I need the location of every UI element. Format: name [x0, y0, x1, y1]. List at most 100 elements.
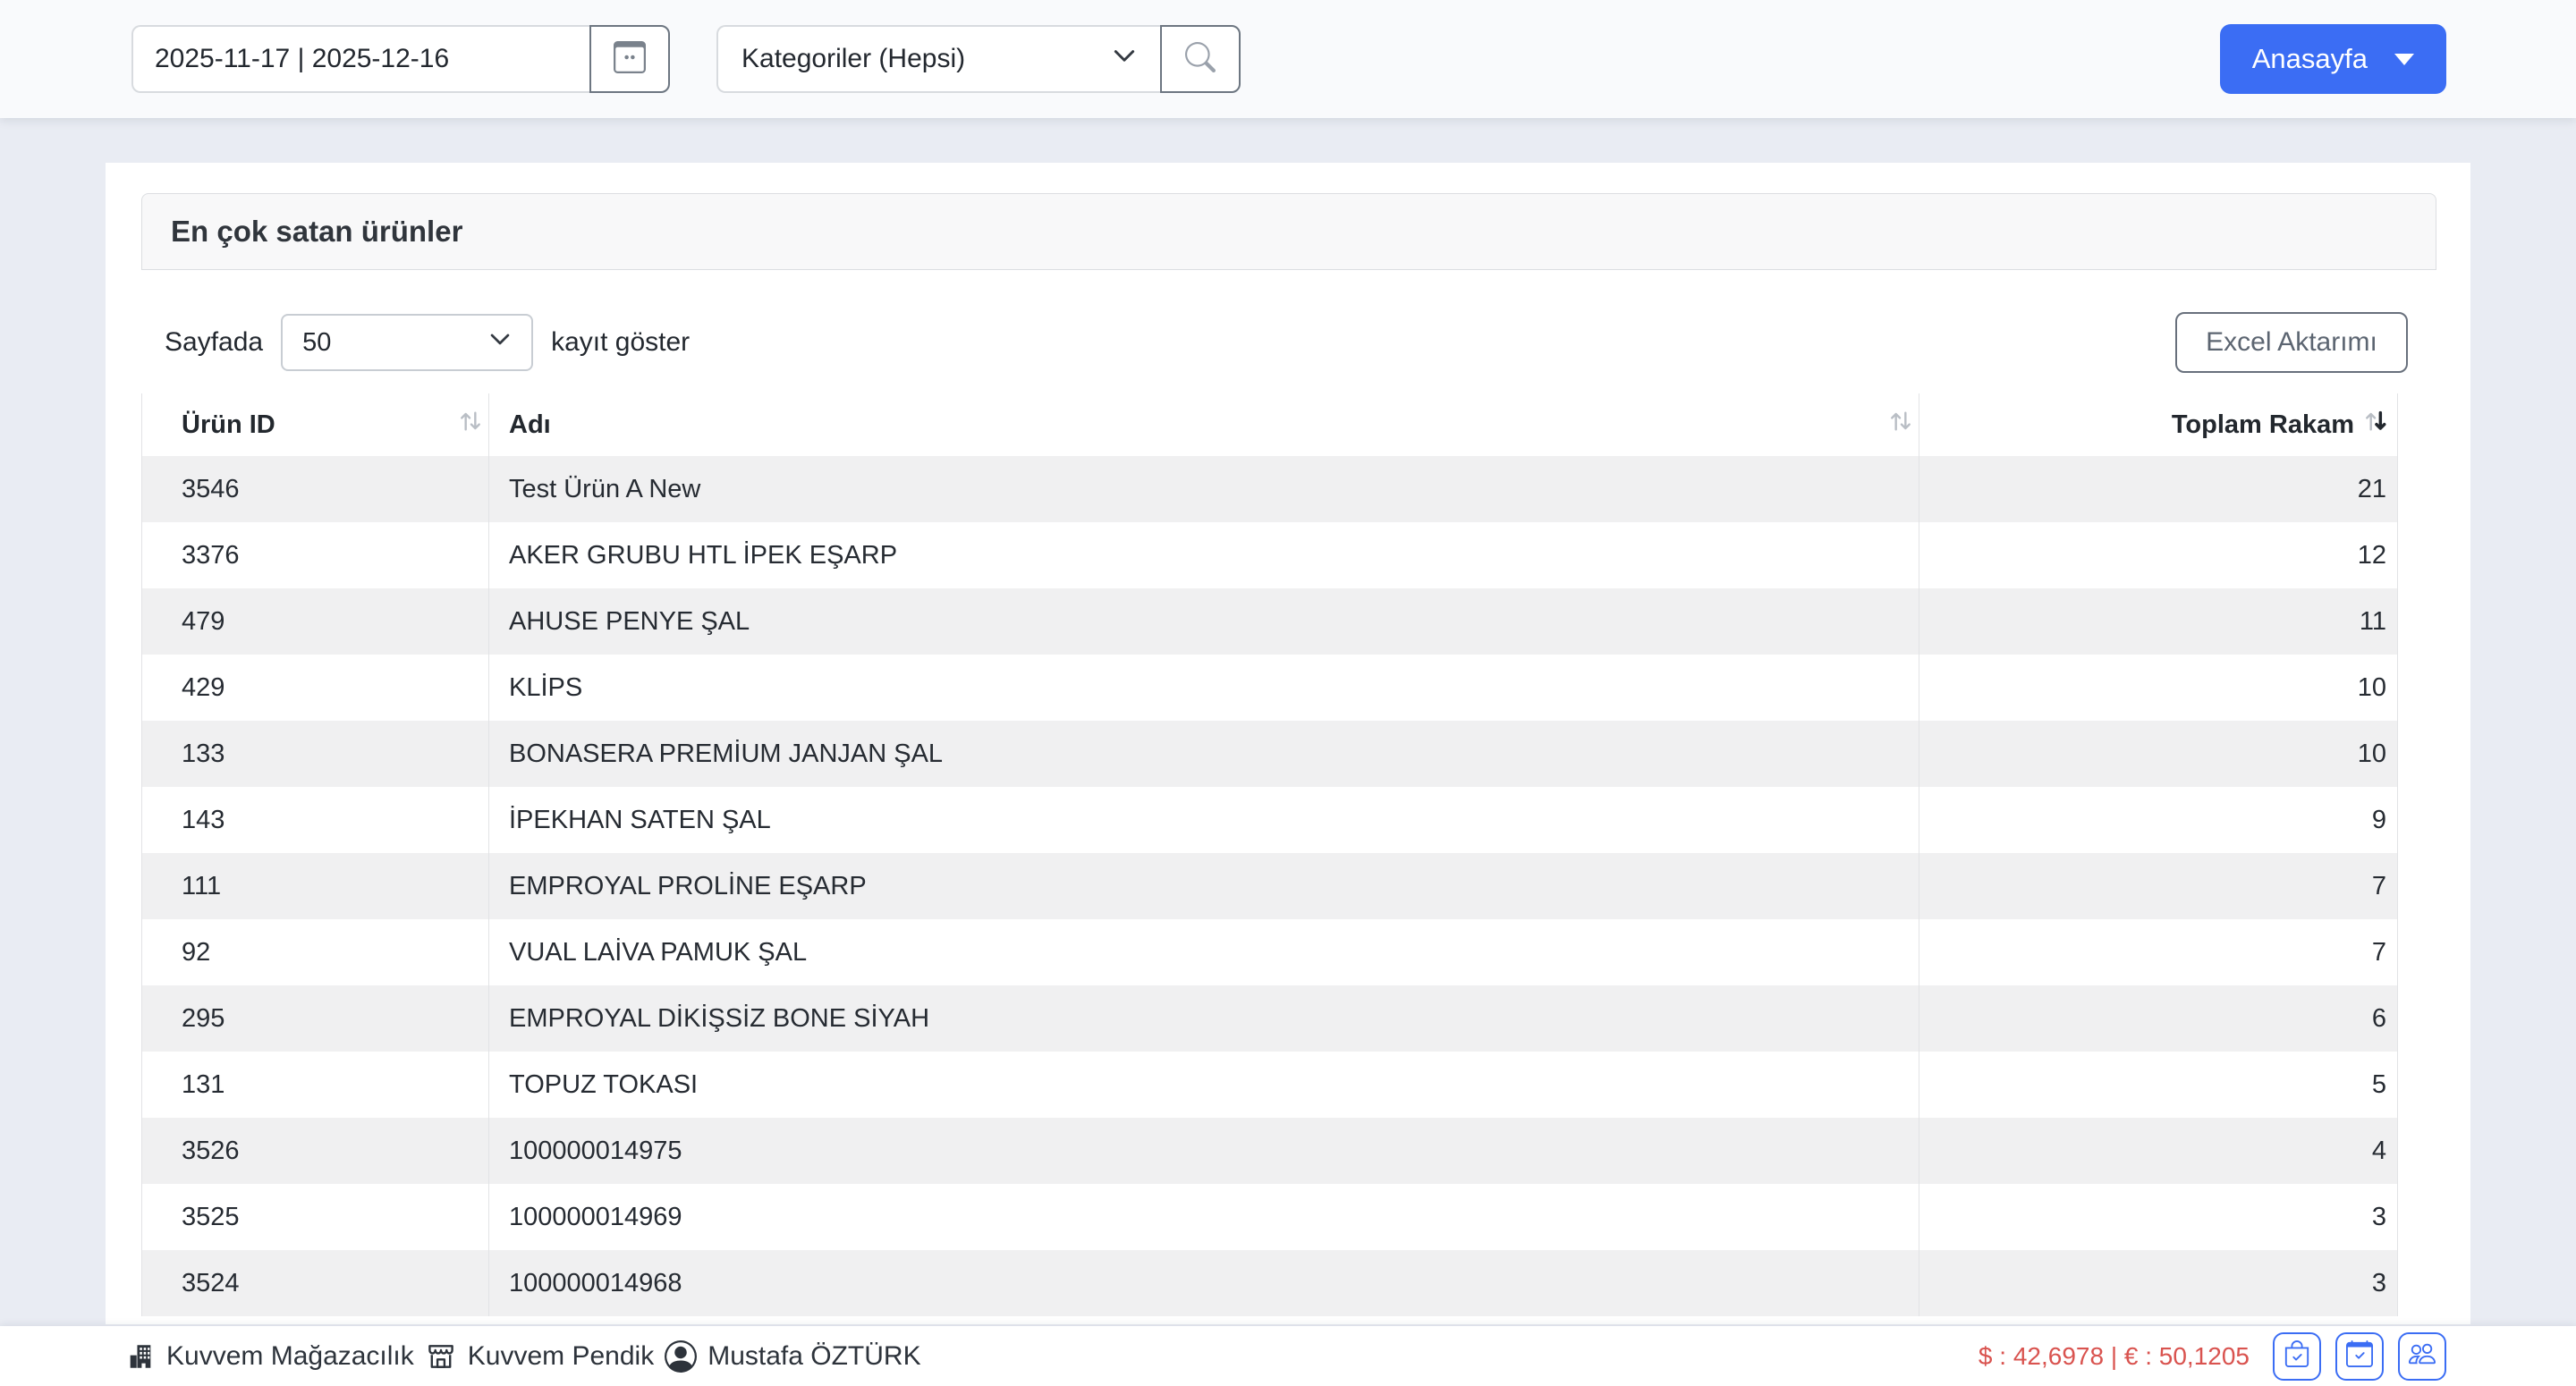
column-header-adi[interactable]: Adı [489, 393, 1919, 456]
cell-total: 12 [1919, 522, 2398, 588]
chevron-down-icon [488, 327, 512, 358]
cell-total: 7 [1919, 919, 2398, 985]
column-header-label: Ürün ID [182, 410, 275, 440]
cell-total: 5 [1919, 1052, 2398, 1118]
cell-total: 9 [1919, 787, 2398, 853]
caret-down-icon [2394, 54, 2414, 65]
category-select-value: Kategoriler (Hepsi) [741, 44, 965, 74]
company-name: Kuvvem Mağazacılık [166, 1341, 414, 1372]
cell-product-name: KLİPS [489, 655, 1919, 721]
users-button[interactable] [2398, 1332, 2446, 1381]
cell-product-name: İPEKHAN SATEN ŞAL [489, 787, 1919, 853]
page-size-value: 50 [302, 328, 331, 358]
cell-product-id: 3526 [142, 1118, 489, 1184]
home-button-label: Anasayfa [2252, 43, 2368, 75]
table-row: 35241000000149683 [141, 1250, 2397, 1316]
building-icon [125, 1341, 156, 1372]
user-name: Mustafa ÖZTÜRK [708, 1341, 920, 1372]
cell-product-id: 479 [142, 588, 489, 655]
cell-product-name: AHUSE PENYE ŞAL [489, 588, 1919, 655]
store-name: Kuvvem Pendik [468, 1341, 654, 1372]
cell-product-name: AKER GRUBU HTL İPEK EŞARP [489, 522, 1919, 588]
excel-export-button[interactable]: Excel Aktarımı [2175, 312, 2408, 373]
page-size-suffix-label: kayıt göster [551, 327, 690, 358]
footer-right: $ : 42,6978 | € : 50,1205 [1979, 1332, 2446, 1381]
chevron-down-icon [1112, 43, 1137, 75]
cell-total: 7 [1919, 853, 2398, 919]
category-filter-group: Kategoriler (Hepsi) [716, 25, 1241, 93]
table-row: 295EMPROYAL DİKİŞSİZ BONE SİYAH6 [141, 985, 2397, 1052]
cell-total: 3 [1919, 1184, 2398, 1250]
table-row: 35261000000149754 [141, 1118, 2397, 1184]
sort-icon [456, 407, 485, 443]
cell-total: 6 [1919, 985, 2398, 1052]
table-header-row: Ürün ID Adı Toplam Rakam [141, 393, 2397, 456]
table-row: 479AHUSE PENYE ŞAL11 [141, 588, 2397, 655]
calendar-check-button[interactable] [2335, 1332, 2384, 1381]
search-button[interactable] [1160, 25, 1241, 93]
footer: Kuvvem Mağazacılık Kuvvem Pendik Mustafa… [0, 1326, 2576, 1386]
cell-product-name: 100000014969 [489, 1184, 1919, 1250]
cell-product-name: VUAL LAİVA PAMUK ŞAL [489, 919, 1919, 985]
column-header-toplam-rakam[interactable]: Toplam Rakam [1919, 393, 2398, 456]
cell-product-id: 3525 [142, 1184, 489, 1250]
cell-total: 4 [1919, 1118, 2398, 1184]
table-row: 133BONASERA PREMİUM JANJAN ŞAL10 [141, 721, 2397, 787]
cell-product-id: 3376 [142, 522, 489, 588]
cell-product-id: 3546 [142, 456, 489, 522]
cell-product-id: 92 [142, 919, 489, 985]
cell-product-name: TOPUZ TOKASI [489, 1052, 1919, 1118]
search-icon [1185, 42, 1216, 77]
cell-total: 21 [1919, 456, 2398, 522]
cell-product-name: BONASERA PREMİUM JANJAN ŞAL [489, 721, 1919, 787]
products-table: Ürün ID Adı Toplam Rakam 3546Test Ürün A N… [141, 393, 2397, 1316]
cell-product-id: 3524 [142, 1250, 489, 1316]
table-row: 429KLİPS10 [141, 655, 2397, 721]
calendar-icon [614, 41, 646, 78]
cell-product-name: EMPROYAL PROLİNE EŞARP [489, 853, 1919, 919]
cell-product-id: 143 [142, 787, 489, 853]
table-body: 3546Test Ürün A New213376AKER GRUBU HTL … [141, 456, 2397, 1316]
cell-product-id: 131 [142, 1052, 489, 1118]
cell-total: 10 [1919, 721, 2398, 787]
column-header-urun-id[interactable]: Ürün ID [142, 393, 489, 456]
page-size-controls: Sayfada 50 kayıt göster [165, 312, 690, 373]
cell-total: 11 [1919, 588, 2398, 655]
shop-icon [425, 1340, 457, 1373]
card-header: En çok satan ürünler [141, 193, 2436, 270]
column-header-label: Toplam Rakam [2172, 410, 2354, 440]
footer-identity: Kuvvem Mağazacılık Kuvvem Pendik Mustafa… [125, 1340, 921, 1373]
home-button[interactable]: Anasayfa [2220, 24, 2446, 94]
page-size-select[interactable]: 50 [281, 314, 533, 371]
cell-product-id: 295 [142, 985, 489, 1052]
cell-product-id: 133 [142, 721, 489, 787]
page-size-prefix-label: Sayfada [165, 327, 263, 358]
footer-buttons [2273, 1332, 2446, 1381]
cell-product-name: EMPROYAL DİKİŞSİZ BONE SİYAH [489, 985, 1919, 1052]
bag-check-button[interactable] [2273, 1332, 2321, 1381]
calendar-button[interactable] [589, 25, 670, 93]
cell-product-id: 111 [142, 853, 489, 919]
topbar-filters: 2025-11-17 | 2025-12-16 Kategoriler (Hep… [131, 25, 1241, 93]
table-row: 92VUAL LAİVA PAMUK ŞAL7 [141, 919, 2397, 985]
bag-check-icon [2284, 1340, 2310, 1372]
topbar: 2025-11-17 | 2025-12-16 Kategoriler (Hep… [0, 0, 2576, 118]
table-row: 131TOPUZ TOKASI5 [141, 1052, 2397, 1118]
column-header-label: Adı [509, 410, 551, 440]
date-range-input[interactable]: 2025-11-17 | 2025-12-16 [131, 25, 589, 93]
people-icon [2409, 1340, 2436, 1372]
calendar-check-icon [2346, 1340, 2373, 1372]
cell-product-name: 100000014975 [489, 1118, 1919, 1184]
table-row: 35251000000149693 [141, 1184, 2397, 1250]
exchange-rates: $ : 42,6978 | € : 50,1205 [1979, 1342, 2250, 1371]
cell-product-id: 429 [142, 655, 489, 721]
cell-product-name: 100000014968 [489, 1250, 1919, 1316]
sort-icon [2361, 407, 2390, 443]
table-row: 3376AKER GRUBU HTL İPEK EŞARP12 [141, 522, 2397, 588]
category-select[interactable]: Kategoriler (Hepsi) [716, 25, 1160, 93]
person-circle-icon [665, 1340, 697, 1373]
content-panel: En çok satan ürünler Sayfada 50 kayıt gö… [106, 163, 2470, 1324]
cell-total: 10 [1919, 655, 2398, 721]
table-row: 3546Test Ürün A New21 [141, 456, 2397, 522]
page-title: En çok satan ürünler [171, 215, 462, 249]
